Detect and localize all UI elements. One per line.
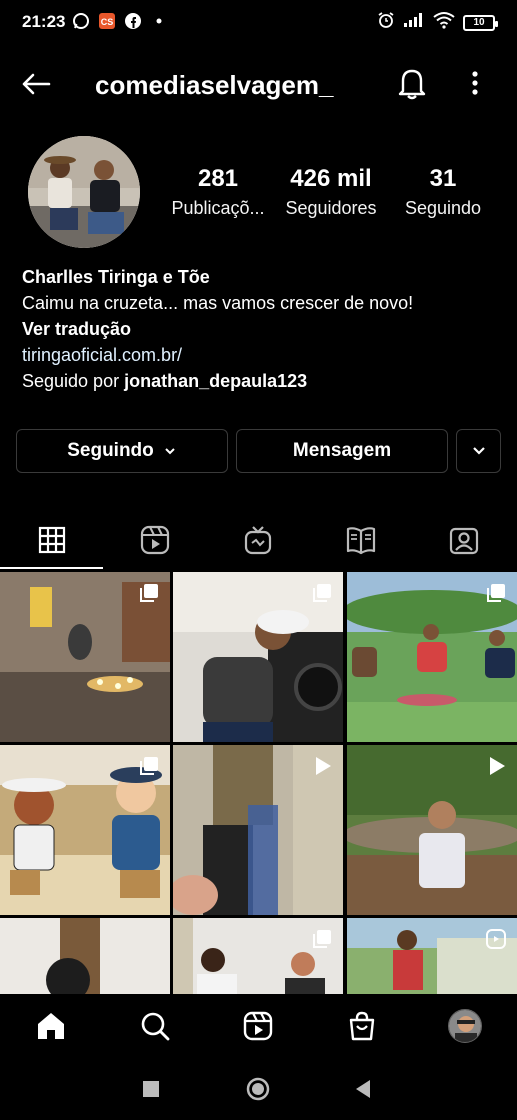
shop-icon [349,1011,375,1041]
svg-text:CS: CS [101,17,114,27]
chevron-down-icon [165,448,175,455]
post-thumbnail[interactable] [0,745,170,915]
posts-count-stat: 281 Publicaçõ... [166,165,270,219]
guides-icon [346,527,375,555]
tab-tagged[interactable] [412,512,515,568]
alarm-icon [377,11,395,34]
multiple-posts-icon [487,584,505,602]
following-button[interactable]: Seguindo [16,429,228,473]
followers-stat[interactable]: 426 mil Seguidores [280,165,382,219]
more-vertical-icon [472,71,478,95]
system-status-icons: 10 [377,11,498,34]
post-thumbnail[interactable] [347,745,517,915]
play-icon [316,757,331,775]
nav-shop[interactable] [344,1008,380,1044]
tab-igtv[interactable] [206,512,309,568]
reels-icon [243,1011,273,1041]
active-tab-indicator [0,567,103,569]
post-thumbnail[interactable] [0,572,170,742]
following-stat[interactable]: 31 Seguindo [398,165,488,219]
status-bar: 21:23 CS 10 [0,0,517,46]
tab-posts-grid[interactable] [0,512,103,568]
multiple-posts-icon [313,584,331,602]
followed-by-user-link[interactable]: jonathan_depaula123 [124,371,307,391]
bell-icon [398,69,426,100]
tagged-icon [449,527,478,555]
facebook-icon [124,12,142,30]
status-time: 21:23 [22,12,66,31]
message-button[interactable]: Mensagem [236,429,448,473]
following-button-label: Seguindo [67,440,154,461]
nav-reels[interactable] [240,1008,276,1044]
post-thumbnail[interactable] [347,572,517,742]
posts-label: Publicaçõ... [171,198,265,218]
following-label: Seguindo [404,198,482,218]
posts-grid [0,572,517,994]
bio-text: Caimu na cruzeta... mas vamos crescer de… [22,293,414,313]
reels-icon [486,929,506,949]
bottom-navigation [0,996,517,1058]
back-triangle-icon [356,1080,370,1098]
nav-search[interactable] [137,1008,173,1044]
post-thumbnail[interactable] [0,918,170,994]
multiple-posts-icon [313,930,331,948]
whatsapp-icon [72,12,90,30]
followers-count: 426 mil [290,165,372,192]
profile-avatar[interactable] [28,136,140,248]
post-thumbnail[interactable] [173,918,343,994]
profile-tabs [0,512,517,570]
followed-by-text: Seguido por jonathan_depaula123 [22,368,502,394]
profile-bio: Charlles Tiringa e Tõe Caimu na cruzeta.… [22,264,502,394]
search-icon [141,1012,170,1041]
followers-label: Seguidores [285,198,377,218]
cs-app-icon: CS [98,12,116,30]
system-home-button[interactable] [245,1076,271,1102]
nav-home[interactable] [33,1008,69,1044]
followed-by-prefix: Seguido por [22,371,125,391]
profile-avatar [448,1009,482,1043]
message-button-label: Mensagem [292,440,392,461]
post-thumbnail[interactable] [173,745,343,915]
grid-icon [38,526,65,554]
see-translation-link[interactable]: Ver tradução [22,316,502,342]
suggested-accounts-button[interactable] [456,429,501,473]
nav-profile[interactable] [447,1008,483,1044]
post-thumbnail[interactable] [173,572,343,742]
battery-icon: 10 [463,14,498,31]
following-count: 31 [429,165,457,192]
tab-guides[interactable] [309,512,412,568]
multiple-posts-icon [140,757,158,775]
more-options-button[interactable] [463,68,487,100]
profile-username: comediaselvagem_ [95,70,334,100]
website-link[interactable]: tiringaoficial.com.br/ [22,342,502,368]
home-icon [38,1013,64,1039]
dot-icon [150,12,168,30]
wifi-icon [433,11,455,34]
chevron-down-icon [472,447,485,455]
profile-header: comediaselvagem_ [0,60,517,110]
system-back-button[interactable] [350,1076,376,1102]
notifications-button[interactable] [396,66,428,100]
multiple-posts-icon [140,584,158,602]
home-circle-icon [246,1077,270,1101]
igtv-icon [244,526,271,555]
tab-reels[interactable] [103,512,206,568]
system-navigation-bar [0,1058,517,1120]
posts-count: 281 [197,165,239,192]
profile-display-name: Charlles Tiringa e Tõe [22,267,210,287]
recents-icon [143,1081,159,1097]
signal-icon [403,12,425,33]
play-icon [490,757,505,775]
recents-button[interactable] [138,1076,164,1102]
back-button[interactable] [20,68,52,100]
reels-icon [140,525,169,555]
post-thumbnail[interactable] [347,918,517,994]
back-arrow-icon [22,73,51,95]
notification-icons: CS [72,12,168,30]
